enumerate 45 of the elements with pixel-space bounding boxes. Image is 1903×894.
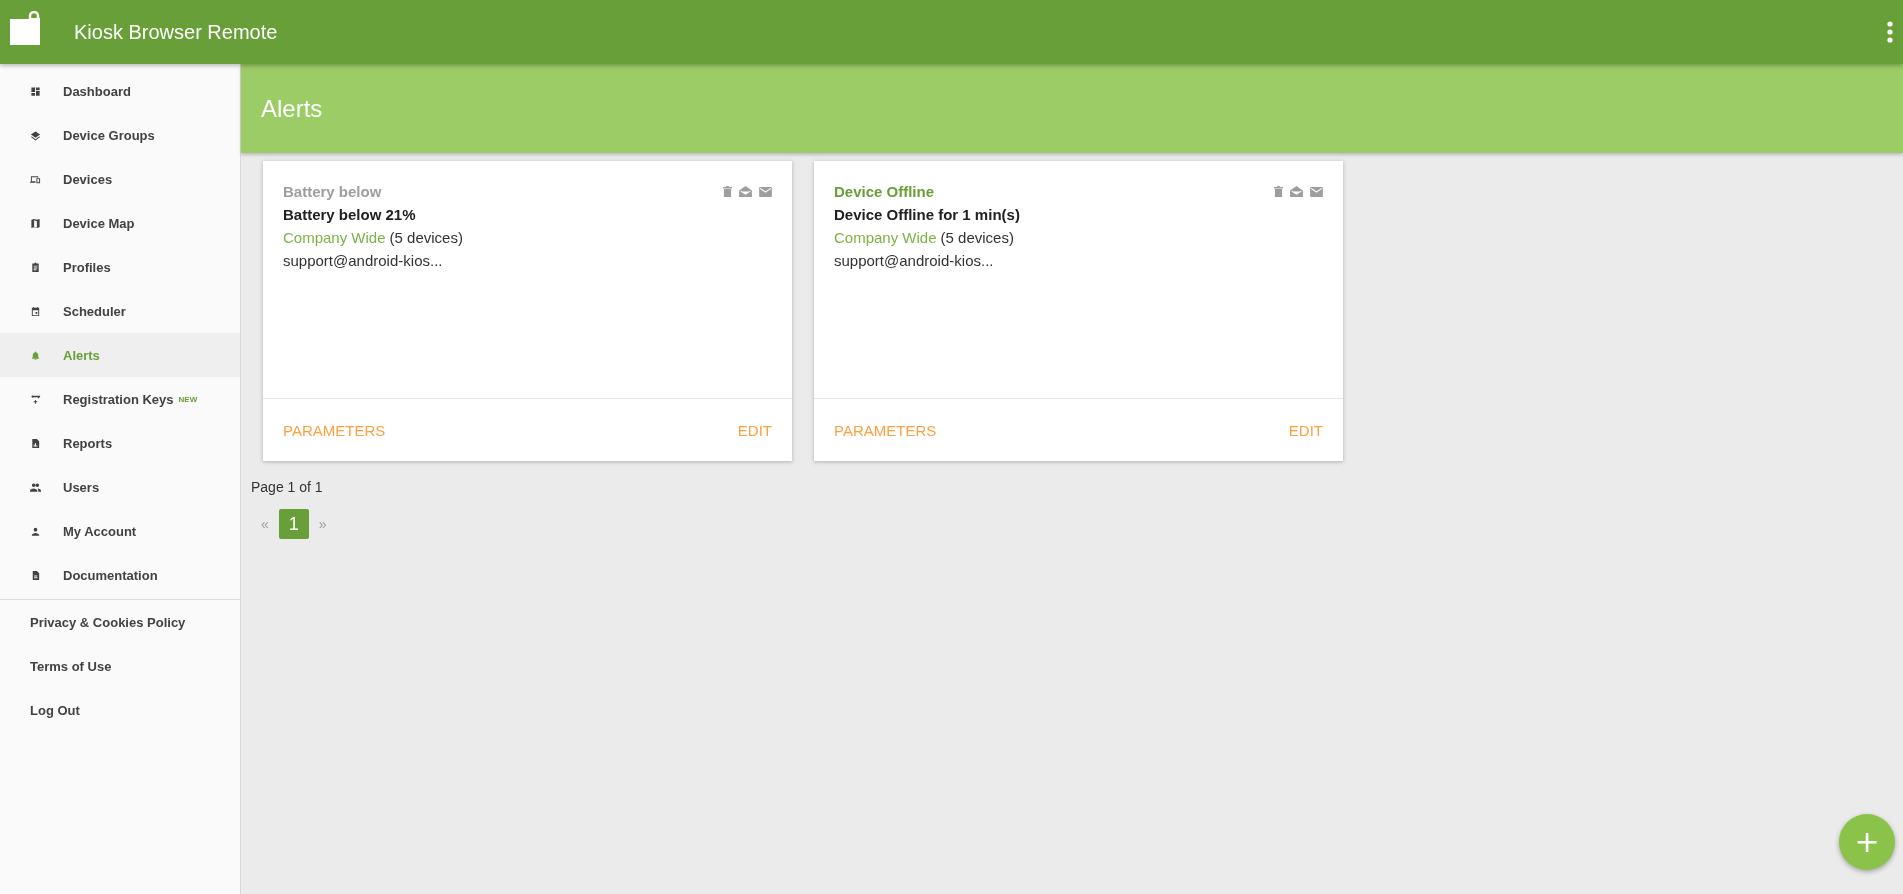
trash-icon[interactable] [1274,186,1283,197]
device-count: (5 devices) [940,229,1014,246]
sidebar-item[interactable]: My Account [0,509,240,553]
more-icon[interactable] [1887,21,1893,43]
layers-icon [30,129,41,141]
sidebar-link[interactable]: Log Out [0,688,240,732]
alert-description: Battery below 21% [283,206,417,223]
bell-icon [30,349,41,361]
map-icon [30,217,41,229]
alert-description: Device Offline for 1 min(s) [834,206,1021,223]
sidebar-item[interactable]: Scheduler [0,289,240,333]
sidebar-item[interactable]: Users [0,465,240,509]
envelope-icon[interactable] [1310,186,1323,197]
sidebar-item[interactable]: Registration Keys NEW [0,377,240,421]
people-icon [30,481,41,493]
document-icon [30,569,41,581]
new-label: NEW [178,394,198,404]
open-envelope-icon[interactable] [1290,186,1303,197]
dashboard-icon [30,85,41,97]
sidebar-item[interactable]: Devices [0,157,240,201]
trash-icon[interactable] [723,186,732,197]
sidebar-item[interactable]: Profiles [0,245,240,289]
app-title: Kiosk Browser Remote [74,20,279,44]
sidebar-link[interactable]: Terms of Use [0,644,240,688]
sidebar-item[interactable]: Dashboard [0,69,240,113]
clipboard-icon [30,261,41,273]
report-icon [30,437,41,449]
recipient-email: support@android-kios... [834,252,995,269]
open-envelope-icon[interactable] [739,186,752,197]
page-title: Alerts [261,94,323,123]
sidebar-item[interactable]: Device Groups [0,113,240,157]
sidebar-link[interactable]: Privacy & Cookies Policy [0,600,240,644]
devices-icon [30,173,41,185]
person-icon [30,525,41,537]
recipient-email: support@android-kios... [283,252,444,269]
padlock-icon [10,11,40,45]
page-summary: Page 1 of 1 [251,479,324,495]
calendar-icon [30,305,41,317]
sidebar-item[interactable]: Device Map [0,201,240,245]
device-count: (5 devices) [389,229,463,246]
sidebar-item[interactable]: Reports [0,421,240,465]
sidebar-item[interactable]: Documentation [0,553,240,597]
envelope-icon[interactable] [759,186,772,197]
alert-name: Battery below [283,183,382,200]
alert-name: Device Offline [834,183,935,200]
